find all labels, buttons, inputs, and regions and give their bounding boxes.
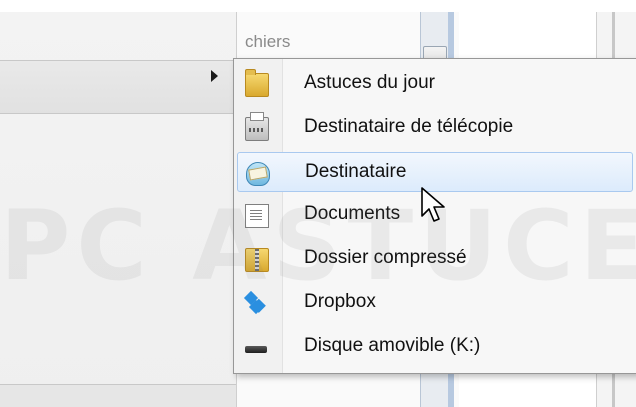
- submenu-item-label: Dossier compressé: [304, 247, 467, 268]
- submenu-item-label: Astuces du jour: [304, 72, 435, 93]
- submenu-item-label: Documents: [304, 203, 401, 224]
- parent-menu-item-bottom[interactable]: [0, 384, 236, 407]
- parent-menu-item-send-to[interactable]: [0, 60, 236, 114]
- submenu-item-label: Dropbox: [304, 291, 376, 312]
- background-row-fragment: chiers: [245, 32, 291, 51]
- submenu-item-label: Destinataire de télécopie: [304, 116, 514, 137]
- parent-context-menu: [0, 12, 237, 407]
- fax-icon: [245, 112, 269, 141]
- submenu-item-fax-recipient[interactable]: Destinataire de télécopie: [237, 108, 633, 148]
- mouse-pointer-icon: [421, 187, 445, 222]
- mail-recipient-icon: [246, 162, 270, 186]
- submenu-item-compressed-folder[interactable]: Dossier compressé: [237, 239, 633, 279]
- removable-drive-icon: [245, 346, 267, 353]
- documents-icon: [245, 204, 269, 228]
- submenu-item-label: Disque amovible (K:): [304, 335, 481, 356]
- submenu-item-dropbox[interactable]: Dropbox: [237, 283, 633, 323]
- submenu-item-astuces-du-jour[interactable]: Astuces du jour: [237, 64, 633, 104]
- submenu-arrow-icon: [211, 70, 218, 82]
- submenu-item-label: Destinataire: [305, 161, 407, 182]
- dropbox-icon: [245, 292, 267, 314]
- screen: chiers chiers 1 Astuces du jour Destinat…: [0, 0, 636, 407]
- folder-icon: [245, 69, 269, 97]
- zip-folder-icon: [245, 248, 269, 272]
- submenu-item-removable-drive[interactable]: Disque amovible (K:): [237, 327, 633, 367]
- top-strip: [0, 0, 636, 12]
